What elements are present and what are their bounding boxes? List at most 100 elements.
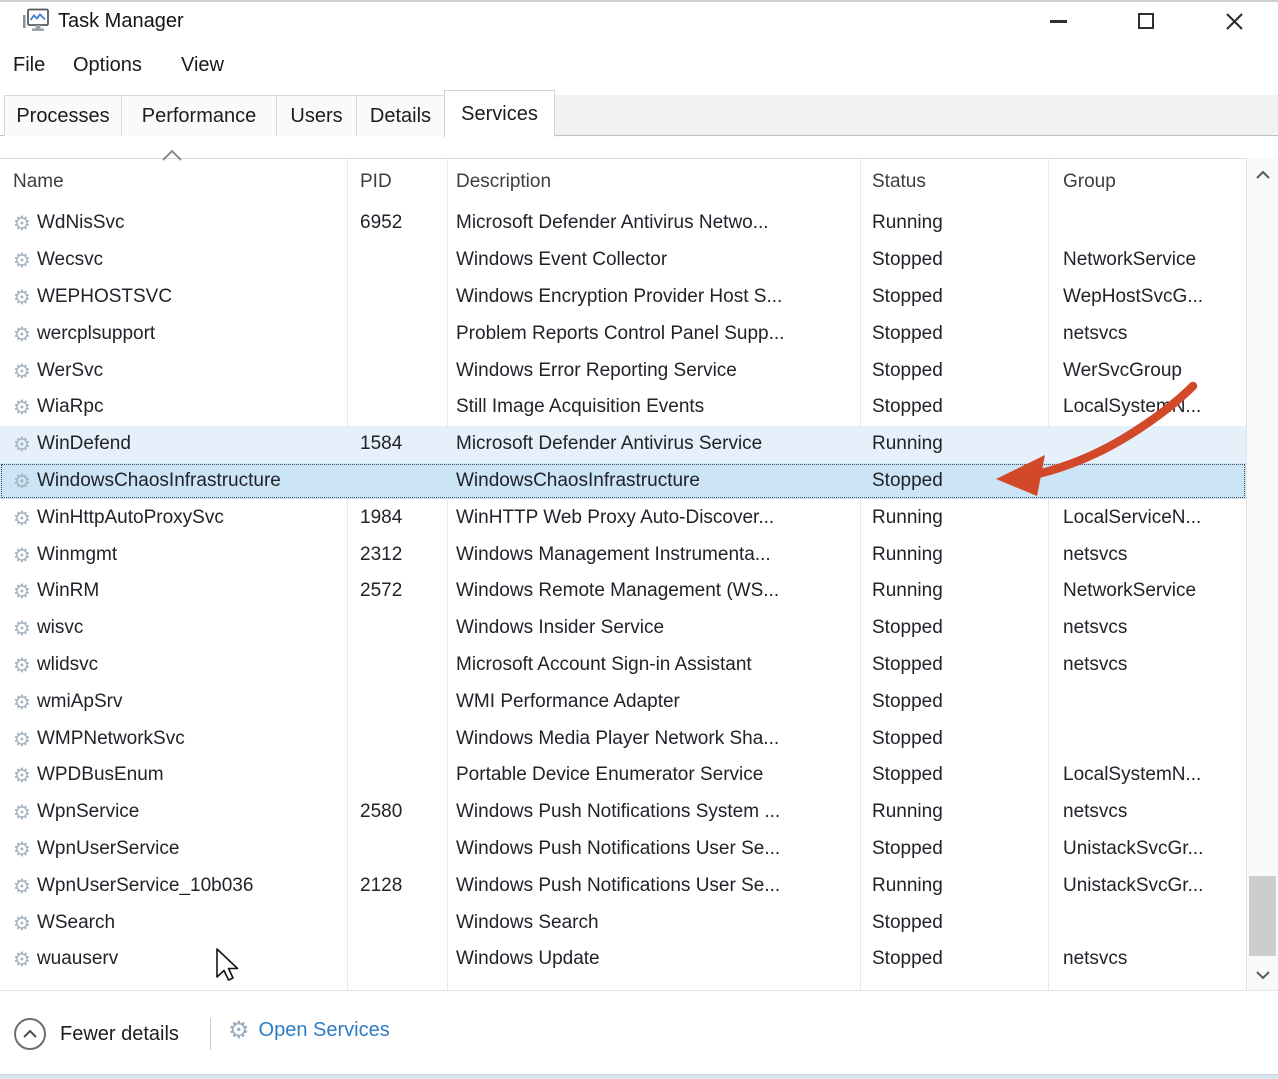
fewer-details-label: Fewer details [60, 1023, 179, 1046]
service-row[interactable]: ⚙WPDBusEnum Portable Device Enumerator Se… [0, 757, 1246, 794]
service-gear-icon: ⚙ [13, 581, 31, 601]
service-gear-icon: ⚙ [13, 213, 31, 233]
scroll-up-button[interactable] [1247, 162, 1278, 188]
service-row[interactable]: ⚙WpnUserServiceWindows Push Notification… [0, 831, 1246, 868]
service-gear-icon: ⚙ [13, 949, 31, 969]
service-pid [347, 941, 447, 978]
tab-services[interactable]: Services [444, 90, 555, 137]
service-row[interactable]: ⚙Winmgmt2312Windows Management Instrumen… [0, 536, 1246, 573]
scrollbar-thumb[interactable] [1249, 876, 1276, 956]
service-row[interactable]: ⚙wisvcWindows Insider ServiceStoppednets… [0, 610, 1246, 647]
service-row[interactable]: ⚙wlidsvcMicrosoft Account Sign-in Assist… [0, 647, 1246, 684]
service-gear-icon: ⚙ [13, 802, 31, 822]
service-status: Running [860, 573, 1048, 610]
service-row[interactable]: ⚙WinDefend1584Microsoft Defender Antivir… [0, 426, 1246, 463]
service-row[interactable]: ⚙WiaRpcStill Image Acquisition EventsSto… [0, 389, 1246, 426]
service-row[interactable]: ⚙WdNisSvc6952Microsoft Defender Antiviru… [0, 205, 1246, 242]
service-gear-icon: ⚙ [13, 839, 31, 859]
service-name: wisvc [37, 617, 83, 639]
scroll-down-button[interactable] [1247, 962, 1278, 988]
service-name-cell: ⚙WinHttpAutoProxySvc [0, 499, 347, 536]
collapse-chevron-icon [14, 1018, 46, 1050]
service-name-cell: ⚙wmiApSrv [0, 683, 347, 720]
service-row[interactable]: ⚙WMPNetworkSvcWindows Media Player Netwo… [0, 720, 1246, 757]
close-icon [1225, 12, 1244, 31]
service-row[interactable]: ⚙WinHttpAutoProxySvc1984WinHTTP Web Prox… [0, 499, 1246, 536]
service-pid: 2128 [347, 867, 447, 904]
service-group [1048, 720, 1244, 757]
service-status: Running [860, 536, 1048, 573]
service-name: WSearch [37, 912, 115, 934]
service-group: LocalServiceN... [1048, 499, 1244, 536]
service-row[interactable]: ⚙wmiApSrvWMI Performance AdapterStopped [0, 683, 1246, 720]
service-pid: 2580 [347, 794, 447, 831]
open-services-link[interactable]: ⚙ Open Services [228, 1018, 390, 1042]
service-description: Portable Device Enumerator Service [447, 757, 860, 794]
service-pid: 2572 [347, 573, 447, 610]
service-row[interactable]: ⚙WerSvcWindows Error Reporting ServiceSt… [0, 352, 1246, 389]
tab-details[interactable]: Details [356, 95, 445, 136]
service-description: Windows Management Instrumenta... [447, 536, 860, 573]
service-status: Stopped [860, 242, 1048, 279]
service-group: netsvcs [1048, 647, 1244, 684]
service-gear-icon: ⚙ [13, 765, 31, 785]
service-name-cell: ⚙WerSvc [0, 352, 347, 389]
tab-performance[interactable]: Performance [121, 95, 277, 136]
service-gear-icon: ⚙ [13, 618, 31, 638]
service-description: Windows Error Reporting Service [447, 352, 860, 389]
service-pid [347, 610, 447, 647]
service-status: Running [860, 794, 1048, 831]
service-row[interactable]: ⚙WinRM2572Windows Remote Management (WS.… [0, 573, 1246, 610]
minimize-button[interactable] [1032, 2, 1084, 40]
service-pid [347, 463, 447, 500]
service-row[interactable]: ⚙WEPHOSTSVCWindows Encryption Provider H… [0, 279, 1246, 316]
service-status: Stopped [860, 315, 1048, 352]
service-row[interactable]: ⚙WpnService2580Windows Push Notification… [0, 794, 1246, 831]
service-group: NetworkService [1048, 242, 1244, 279]
column-header-status[interactable]: Status [860, 171, 1048, 193]
service-group: UnistackSvcGr... [1048, 867, 1244, 904]
service-description: WMI Performance Adapter [447, 683, 860, 720]
service-row[interactable]: ⚙WSearchWindows SearchStopped [0, 904, 1246, 941]
services-list: ⚙WdNisSvc6952Microsoft Defender Antiviru… [0, 205, 1246, 978]
service-row[interactable]: ⚙wercplsupportProblem Reports Control Pa… [0, 315, 1246, 352]
menu-options[interactable]: Options [73, 54, 142, 77]
table-header: Name PID Description Status Group [0, 159, 1246, 205]
tab-users[interactable]: Users [276, 95, 357, 136]
service-group [1048, 683, 1244, 720]
column-header-description[interactable]: Description [447, 171, 860, 193]
service-gear-icon: ⚙ [13, 361, 31, 381]
vertical-scrollbar[interactable] [1246, 158, 1278, 990]
service-description: Windows Search [447, 904, 860, 941]
window-title: Task Manager [58, 10, 184, 33]
service-name: WEPHOSTSVC [37, 286, 172, 308]
close-button[interactable] [1208, 2, 1260, 40]
column-header-name[interactable]: Name [0, 171, 347, 193]
fewer-details-button[interactable]: Fewer details [14, 1018, 179, 1050]
service-name-cell: ⚙WinDefend [0, 426, 347, 463]
service-row[interactable]: ⚙WindowsChaosInfrastructureWindowsChaosI… [0, 463, 1246, 500]
window-bottom-edge [0, 1074, 1278, 1079]
service-name-cell: ⚙WindowsChaosInfrastructure [0, 463, 347, 500]
service-description: Windows Encryption Provider Host S... [447, 279, 860, 316]
column-header-pid[interactable]: PID [347, 171, 447, 193]
service-description: Windows Media Player Network Sha... [447, 720, 860, 757]
service-row[interactable]: ⚙WecsvcWindows Event CollectorStoppedNet… [0, 242, 1246, 279]
service-row[interactable]: ⚙WpnUserService_10b0362128Windows Push N… [0, 867, 1246, 904]
column-header-group[interactable]: Group [1048, 171, 1244, 193]
tab-processes[interactable]: Processes [4, 95, 122, 136]
service-name-cell: ⚙WPDBusEnum [0, 757, 347, 794]
maximize-button[interactable] [1120, 2, 1172, 40]
service-group: LocalSystemN... [1048, 757, 1244, 794]
service-status: Stopped [860, 463, 1048, 500]
service-gear-icon: ⚙ [13, 397, 31, 417]
service-name: wercplsupport [37, 323, 155, 345]
menu-view[interactable]: View [181, 54, 224, 77]
service-description: Problem Reports Control Panel Supp... [447, 315, 860, 352]
service-group [1048, 205, 1244, 242]
service-row[interactable]: ⚙wuauservWindows UpdateStoppednetsvcs [0, 941, 1246, 978]
service-gear-icon: ⚙ [13, 913, 31, 933]
service-gear-icon: ⚙ [13, 545, 31, 565]
service-pid: 6952 [347, 205, 447, 242]
menu-file[interactable]: File [13, 54, 45, 77]
